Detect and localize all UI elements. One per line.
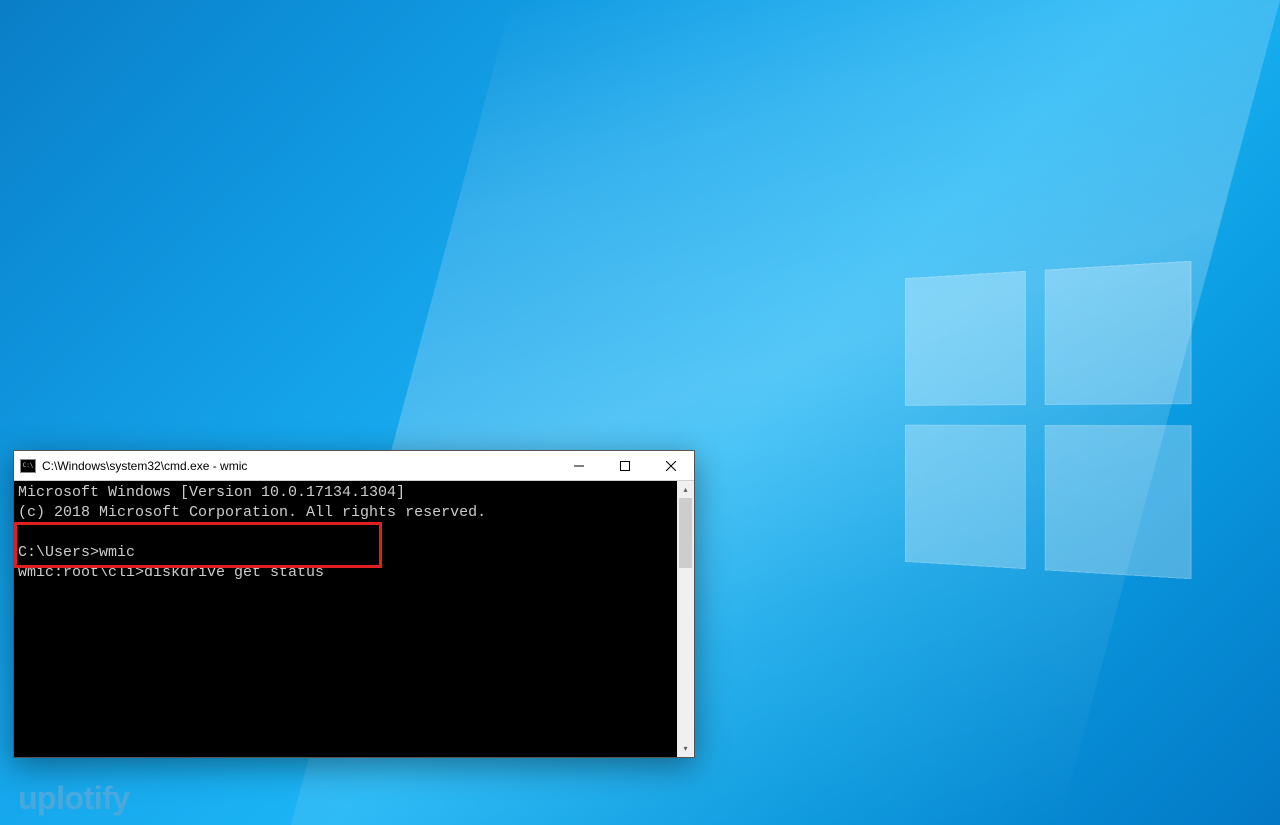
scroll-down-button[interactable]: ▾ [677, 740, 694, 757]
desktop-background: C:\Windows\system32\cmd.exe - wmic Micro… [0, 0, 1280, 825]
logo-pane-tl [905, 271, 1026, 406]
cmd-icon [20, 459, 36, 473]
scrollbar-track[interactable] [677, 498, 694, 740]
window-controls [556, 451, 694, 480]
close-icon [666, 461, 676, 471]
chevron-up-icon: ▴ [683, 485, 687, 494]
terminal-line-version: Microsoft Windows [Version 10.0.17134.13… [18, 484, 405, 501]
terminal-line-copyright: (c) 2018 Microsoft Corporation. All righ… [18, 504, 486, 521]
vertical-scrollbar[interactable]: ▴ ▾ [677, 481, 694, 757]
close-button[interactable] [648, 451, 694, 481]
chevron-down-icon: ▾ [683, 744, 687, 753]
maximize-icon [620, 461, 630, 471]
logo-pane-br [1045, 425, 1192, 579]
window-title: C:\Windows\system32\cmd.exe - wmic [42, 459, 556, 473]
terminal-prompt-2: wmic:root\cli>diskdrive get status [18, 564, 324, 581]
maximize-button[interactable] [602, 451, 648, 481]
terminal-content[interactable]: Microsoft Windows [Version 10.0.17134.13… [14, 481, 677, 757]
minimize-button[interactable] [556, 451, 602, 481]
minimize-icon [574, 461, 584, 471]
scrollbar-thumb[interactable] [679, 498, 692, 568]
logo-pane-bl [905, 425, 1026, 569]
command-prompt-window[interactable]: C:\Windows\system32\cmd.exe - wmic Micro… [13, 450, 695, 758]
logo-pane-tr [1045, 261, 1192, 405]
titlebar[interactable]: C:\Windows\system32\cmd.exe - wmic [14, 451, 694, 481]
windows-logo [905, 261, 1191, 579]
terminal-prompt-1: C:\Users>wmic [18, 544, 135, 561]
window-body: Microsoft Windows [Version 10.0.17134.13… [14, 481, 694, 757]
scroll-up-button[interactable]: ▴ [677, 481, 694, 498]
watermark-text: uplotify [18, 780, 130, 817]
